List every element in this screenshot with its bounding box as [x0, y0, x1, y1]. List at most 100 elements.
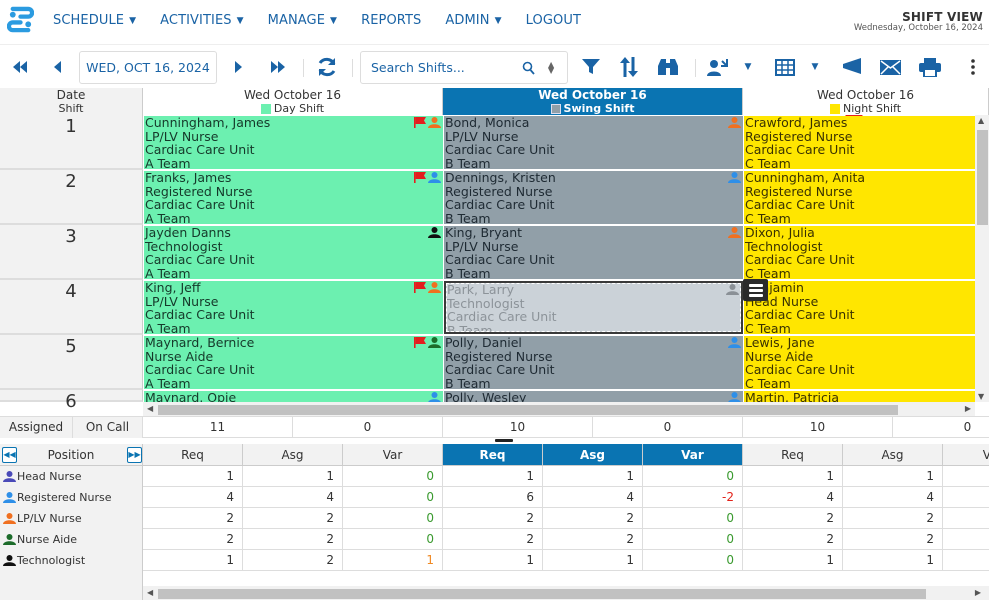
cell-unit: Cardiac Care Unit: [745, 307, 855, 323]
search-input[interactable]: [361, 60, 511, 75]
scroll-left-icon[interactable]: ◀: [147, 588, 153, 597]
position-person-icon: [3, 534, 16, 545]
column-header-swing-shift[interactable]: Wed October 16 Swing Shift: [443, 88, 743, 115]
col-header-var[interactable]: Var: [943, 444, 989, 466]
assigned-label: Assigned: [0, 417, 73, 438]
date-picker[interactable]: WED, OCT 16, 2024: [79, 51, 217, 84]
prev-button[interactable]: [50, 55, 64, 79]
asg-value: 1: [843, 466, 943, 487]
next-icon: [234, 61, 242, 73]
scroll-down-icon[interactable]: ▼: [978, 392, 984, 401]
announcements-button[interactable]: [840, 55, 864, 79]
nav-reports[interactable]: REPORTS: [361, 13, 421, 28]
row-number: 1: [0, 115, 143, 170]
shift-cell[interactable]: Maynard, Opie: [144, 391, 443, 402]
refresh-button[interactable]: [315, 55, 339, 79]
shift-cell[interactable]: Jayden Danns Technologist Cardiac Care Uni…: [144, 226, 443, 279]
shift-color-swatch: [260, 103, 271, 114]
shift-cell[interactable]: King, Bryant LP/LV Nurse Cardiac Care Unit…: [444, 226, 743, 279]
cell-position: LP/LV Nurse: [145, 293, 219, 309]
cell-team: A Team: [145, 320, 191, 334]
shift-cell[interactable]: Park, Larry Technologist Cardiac Care Unit…: [444, 281, 743, 334]
col-header-asg[interactable]: Asg: [543, 444, 643, 466]
vertical-scrollbar[interactable]: ▲ ▼: [975, 115, 989, 402]
shift-cell[interactable]: Cunningham, Anita Registered Nurse Cardiac…: [744, 171, 975, 224]
shift-cell[interactable]: Dennings, Kristen Registered Nurse Cardiac…: [444, 171, 743, 224]
filter-button[interactable]: [581, 55, 601, 79]
col-header-var[interactable]: Var: [643, 444, 743, 466]
scroll-thumb[interactable]: [977, 130, 988, 225]
shift-cell[interactable]: Cunningham, James LP/LV Nurse Cardiac Care…: [144, 116, 443, 169]
grid-view-button[interactable]: [774, 55, 796, 79]
req-value: 1: [443, 550, 543, 571]
nav-manage[interactable]: MANAGE ▼: [268, 13, 337, 28]
assign-button[interactable]: [707, 55, 729, 79]
scroll-left-icon[interactable]: ◀: [147, 404, 153, 413]
nav-activities[interactable]: ACTIVITIES ▼: [160, 13, 244, 28]
last-page-button[interactable]: [268, 55, 288, 79]
cell-name: King, Jeff: [145, 281, 201, 295]
scroll-right-icon[interactable]: ▶: [975, 588, 981, 597]
scroll-thumb[interactable]: [158, 405, 898, 415]
cell-team: C Team: [745, 155, 791, 169]
row-number: 5: [0, 335, 143, 390]
first-page-button[interactable]: [10, 55, 30, 79]
shift-cell[interactable]: Dixon, Julia Technologist Cardiac Care Uni…: [744, 226, 975, 279]
grid-dropdown[interactable]: ▼: [809, 55, 821, 79]
assign-dropdown[interactable]: ▼: [742, 55, 754, 79]
person-icon: [726, 284, 739, 295]
shift-cell[interactable]: Crawford, James Registered Nurse Cardiac C…: [744, 116, 975, 169]
position-horizontal-scrollbar[interactable]: ◀ ▶: [143, 586, 989, 600]
column-header-day-shift[interactable]: Wed October 16 Day Shift: [143, 88, 443, 115]
shift-cell[interactable]: Franks, James Registered Nurse Cardiac Car…: [144, 171, 443, 224]
last-page-icon: [271, 61, 285, 73]
nav-schedule[interactable]: SCHEDULE ▼: [53, 13, 136, 28]
col-header-req[interactable]: Req: [743, 444, 843, 466]
person-icon: [728, 227, 741, 238]
shift-cell[interactable]: Polly, Daniel Registered Nurse Cardiac Car…: [444, 336, 743, 389]
shift-cell[interactable]: Maynard, Bernice Nurse Aide Cardiac Care U…: [144, 336, 443, 389]
find-button[interactable]: [657, 55, 679, 79]
scroll-columns-right-button[interactable]: ▶▶: [127, 447, 142, 463]
req-value: 6: [443, 487, 543, 508]
shift-cell[interactable]: Benjamin Head Nurse Cardiac Care Unit C Tea…: [744, 281, 975, 334]
hamburger-line: [748, 288, 763, 292]
sort-button[interactable]: [619, 55, 639, 79]
sort-updown-icon[interactable]: ▲ ▼: [548, 61, 554, 75]
mail-button[interactable]: [879, 55, 901, 79]
first-page-icon: [13, 61, 27, 73]
col-header-asg[interactable]: Asg: [843, 444, 943, 466]
grid-horizontal-scrollbar[interactable]: ◀ ▶: [143, 402, 975, 416]
shift-cell[interactable]: King, Jeff LP/LV Nurse Cardiac Care Unit A …: [144, 281, 443, 334]
scroll-right-icon[interactable]: ▶: [965, 404, 971, 413]
shift-cell[interactable]: Polly, Wesley: [444, 391, 743, 402]
shift-cell[interactable]: Bond, Monica LP/LV Nurse Cardiac Care Unit…: [444, 116, 743, 169]
panel-resize-handle[interactable]: [495, 439, 513, 442]
scroll-thumb[interactable]: [158, 589, 926, 599]
shift-cell[interactable]: Lewis, Jane Nurse Aide Cardiac Care Unit C …: [744, 336, 975, 389]
nav-logout[interactable]: LOGOUT: [526, 13, 581, 28]
s-logo-icon[interactable]: [7, 6, 34, 33]
cell-menu-button[interactable]: [743, 279, 768, 301]
more-button[interactable]: [966, 55, 980, 79]
cell-name: Cunningham, Anita: [745, 171, 866, 185]
shift-cell[interactable]: Martin, Patricia: [744, 391, 975, 402]
col-header-asg[interactable]: Asg: [243, 444, 343, 466]
nav-admin[interactable]: ADMIN ▼: [445, 13, 501, 28]
search-icon[interactable]: [522, 61, 535, 75]
assigned-count: 10: [443, 417, 593, 438]
scroll-columns-left-button[interactable]: ◀◀: [2, 447, 17, 463]
col-header-req[interactable]: Req: [143, 444, 243, 466]
column-header-night-shift[interactable]: Wed October 16 Night Shift: [743, 88, 989, 115]
next-button[interactable]: [231, 55, 245, 79]
row-number: 6: [0, 390, 143, 412]
var-value: 0: [643, 508, 743, 529]
cell-name: King, Bryant: [445, 226, 523, 240]
col-header-req[interactable]: Req: [443, 444, 543, 466]
cell-unit: Cardiac Care Unit: [745, 197, 855, 213]
print-button[interactable]: [918, 55, 942, 79]
person-icon: [728, 117, 741, 128]
position-row: Head Nurse 1 1 0 1 1 0 1 1: [0, 466, 989, 487]
scroll-up-icon[interactable]: ▲: [978, 116, 984, 125]
col-header-var[interactable]: Var: [343, 444, 443, 466]
